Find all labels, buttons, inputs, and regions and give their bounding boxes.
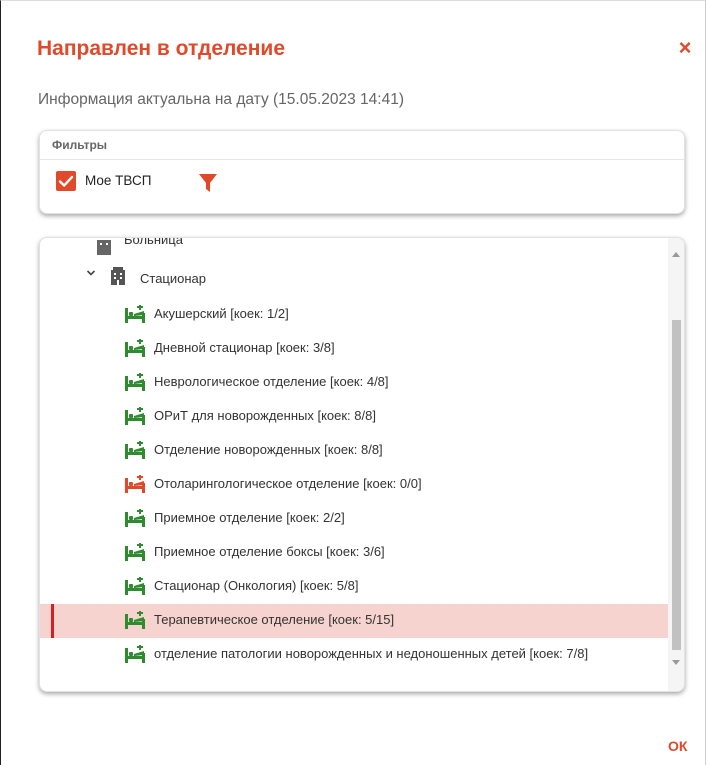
selection-indicator [51,604,54,638]
chevron-down-icon[interactable] [86,268,96,281]
tree-item-label: Приемное отделение [коек: 2/2] [154,510,345,525]
my-tvsp-checkbox[interactable] [56,171,76,191]
hospital-bed-icon [125,373,145,391]
hospital-bed-icon [125,577,145,595]
department-tree[interactable]: Больница Стационар Акушерский [коек: 1/2… [39,237,685,692]
tree-item-department[interactable]: Акушерский [коек: 1/2] [40,298,668,332]
close-icon[interactable]: × [676,37,694,59]
tree-item-label: Приемное отделение боксы [коек: 3/6] [154,544,385,559]
info-text: Информация актуальна на дату (15.05.2023… [38,91,404,108]
filter-funnel-icon[interactable] [198,172,218,194]
tree-item-label: Акушерский [коек: 1/2] [154,306,289,321]
tree-node-group[interactable]: Стационар [40,263,668,297]
tree-item-label: Отделение новорожденных [коек: 8/8] [154,442,383,457]
tree-item-label: Стационар (Онкология) [коек: 5/8] [154,578,359,593]
tree-item-label: Неврологическое отделение [коек: 4/8] [154,374,389,389]
tree-item-department[interactable]: Дневной стационар [коек: 3/8] [40,332,668,366]
tree-item-department[interactable]: Неврологическое отделение [коек: 4/8] [40,366,668,400]
tree-item-department[interactable]: ОРиТ для новорожденных [коек: 8/8] [40,400,668,434]
tree-item-label: Отоларингологическое отделение [коек: 0/… [154,476,422,491]
tree-item-department[interactable]: Приемное отделение [коек: 2/2] [40,502,668,536]
hospital-bed-icon [125,339,145,357]
tree-item-label: отделение патологии новорожденных и недо… [154,646,589,661]
tree-item-label: ОРиТ для новорожденных [коек: 8/8] [154,408,376,423]
dialog-title: Направлен в отделение [37,37,286,60]
scroll-down-icon[interactable] [672,660,680,665]
tree-item-department[interactable]: Терапевтическое отделение [коек: 5/15] [40,604,668,638]
hospital-bed-icon [125,305,145,323]
tree-item-department[interactable]: Приемное отделение боксы [коек: 3/6] [40,536,668,570]
tree-item-department[interactable]: Стационар (Онкология) [коек: 5/8] [40,570,668,604]
tree-node-label: Больница [124,238,183,247]
hospital-bed-icon [125,543,145,561]
hospital-bed-icon [125,441,145,459]
vertical-scrollbar[interactable] [668,238,684,691]
tree-node-label: Стационар [140,271,207,286]
hospital-bed-icon [125,509,145,527]
dialog: Направлен в отделение × Информация актуа… [0,0,706,765]
tree-item-label: Дневной стационар [коек: 3/8] [154,340,335,355]
building-icon [111,267,125,285]
hospital-bed-icon [125,645,145,663]
tree-node-root[interactable]: Больница [40,238,668,265]
hospital-bed-icon [125,475,145,493]
tree-item-department[interactable]: Отделение новорожденных [коек: 8/8] [40,434,668,468]
building-icon [97,240,111,255]
filters-header: Фильтры [40,131,684,160]
ok-button[interactable]: ОК [668,738,687,754]
filters-panel: Фильтры Мое ТВСП [39,130,685,214]
tree-item-label: Терапевтическое отделение [коек: 5/15] [154,612,395,627]
hospital-bed-icon [125,407,145,425]
scroll-up-icon[interactable] [672,252,680,257]
tree-item-department[interactable]: отделение патологии новорожденных и недо… [40,638,668,672]
my-tvsp-label: Мое ТВСП [85,173,152,188]
scroll-thumb[interactable] [672,320,681,650]
hospital-bed-icon [125,611,145,629]
tree-item-department[interactable]: Отоларингологическое отделение [коек: 0/… [40,468,668,502]
checkmark-icon [58,175,74,187]
